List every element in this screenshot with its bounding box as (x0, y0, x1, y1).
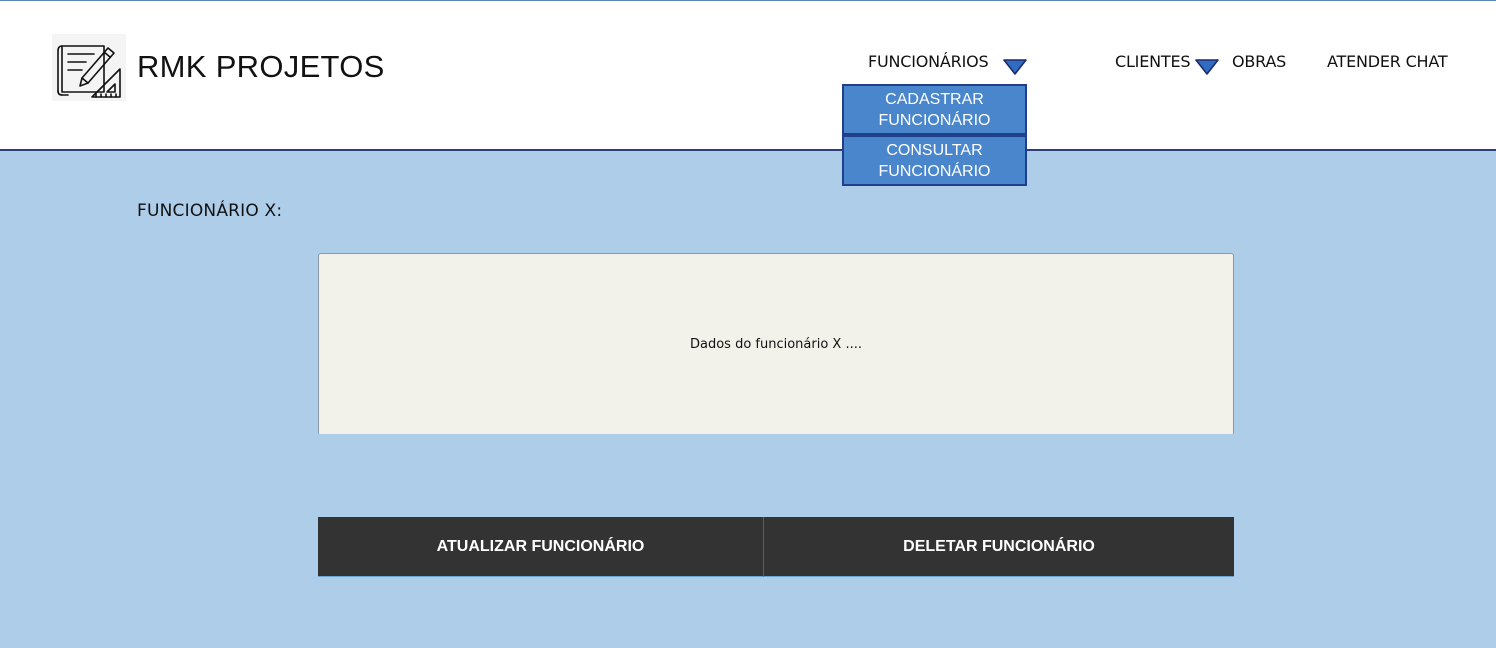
chevron-down-icon[interactable] (1003, 59, 1027, 75)
menu-item-label-line1: CADASTRAR (885, 90, 984, 108)
logo[interactable] (52, 34, 126, 101)
menu-item-label-line2: FUNCIONÁRIO (878, 111, 991, 129)
delete-employee-button[interactable]: DELETAR FUNCIONÁRIO (764, 517, 1234, 577)
brand-name[interactable]: RMK PROJETOS (137, 49, 385, 85)
menu-item-cadastrar-funcionario[interactable]: CADASTRAR FUNCIONÁRIO (842, 84, 1027, 135)
nav-clientes[interactable]: CLIENTES (1115, 52, 1191, 71)
update-employee-button[interactable]: ATUALIZAR FUNCIONÁRIO (318, 517, 764, 577)
page-title: FUNCIONÁRIO X: (137, 201, 283, 221)
chevron-down-icon[interactable] (1195, 59, 1219, 75)
menu-item-label-line2: FUNCIONÁRIO (878, 162, 991, 180)
nav-obras[interactable]: OBRAS (1232, 52, 1286, 71)
menu-item-consultar-funcionario[interactable]: CONSULTAR FUNCIONÁRIO (842, 135, 1027, 186)
menu-item-label-line1: CONSULTAR (886, 141, 983, 159)
blueprint-pencil-icon (57, 45, 121, 98)
employee-data-text: Dados do funcionário X .... (689, 336, 862, 352)
employee-data-panel: Dados do funcionário X .... (318, 253, 1234, 434)
action-buttons: ATUALIZAR FUNCIONÁRIO DELETAR FUNCIONÁRI… (318, 517, 1234, 577)
funcionarios-dropdown-menu: CADASTRAR FUNCIONÁRIO CONSULTAR FUNCIONÁ… (842, 84, 1027, 186)
nav-atender-chat[interactable]: ATENDER CHAT (1327, 52, 1448, 71)
nav-funcionarios[interactable]: FUNCIONÁRIOS (868, 52, 989, 71)
site-header: RMK PROJETOS FUNCIONÁRIOS CLIENTES OBRAS… (0, 1, 1496, 151)
